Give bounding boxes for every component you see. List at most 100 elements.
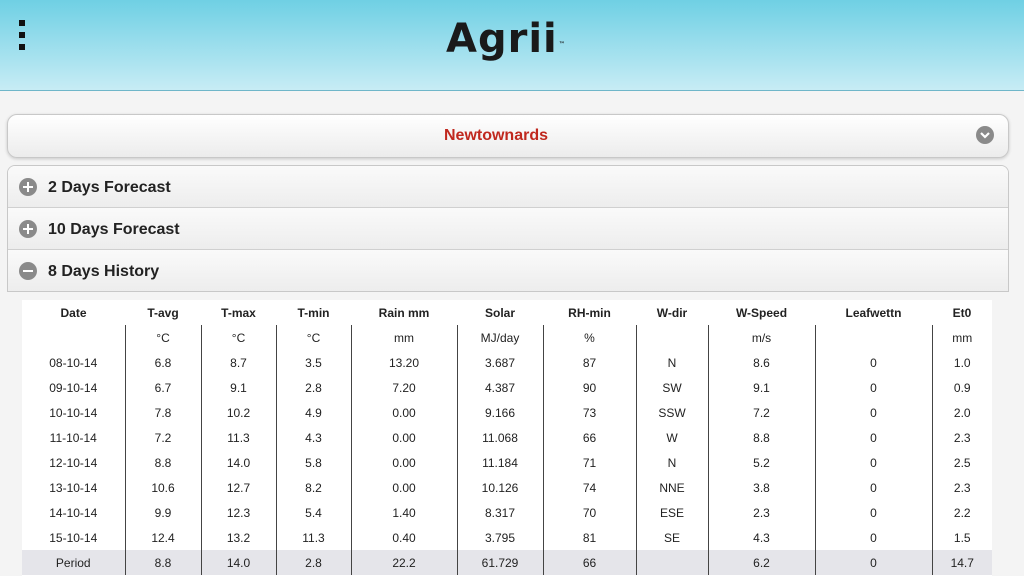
table-cell: 3.5 [275, 350, 351, 375]
accordion-10-days-forecast[interactable]: 10 Days Forecast [8, 208, 1008, 250]
table-cell: 9.1 [707, 375, 815, 400]
table-cell: 11-10-14 [49, 430, 97, 445]
table-cell: 5.2 [707, 450, 815, 475]
table-row: 14-10-14 9.9 12.3 5.4 1.40 8.317 70 ESE 2.3 0 2.2 [22, 500, 992, 525]
table-row: 10-10-14 7.8 10.2 4.9 0.00 9.166 73 SSW 7.2 0 2.0 [22, 400, 992, 425]
table-cell: 8.8 [124, 550, 201, 575]
table-cell: 14.7 [931, 550, 992, 575]
accordion-label: 2 Days Forecast [48, 179, 171, 196]
table-period-row: Period 8.8 14.0 2.8 22.2 61.729 66 6.2 0 14.7 [22, 550, 992, 575]
table-cell: 11.3 [275, 525, 351, 550]
table-cell: 66 [542, 550, 636, 575]
table-cell: 5.4 [275, 500, 351, 525]
table-cell: 6.7 [124, 375, 201, 400]
minus-circle-icon [19, 262, 37, 280]
table-cell [635, 325, 708, 350]
location-name: Newtownards [443, 127, 548, 144]
table-cell: 13.20 [350, 350, 457, 375]
table-cell: 0.40 [350, 525, 457, 550]
table-cell: 4.3 [707, 525, 815, 550]
table-cell: 87 [542, 350, 636, 375]
table-cell: 08-10-14 [49, 355, 98, 370]
table-cell [635, 550, 708, 575]
vertical-dots-icon[interactable] [16, 20, 28, 50]
table-cell: 8.7 [200, 350, 276, 375]
table-header-row: Date T-avg T-max T-min Rain mm Solar RH-min W-d… [22, 300, 992, 325]
table-cell: 6.2 [707, 550, 815, 575]
table-cell: N [635, 450, 708, 475]
table-cell: 8.8 [124, 450, 201, 475]
table-cell: 8.6 [707, 350, 815, 375]
table-cell: 9.1 [200, 375, 276, 400]
forecast-accordion: 2 Days Forecast 10 Days Forecast 8 Days … [7, 165, 1009, 292]
accordion-label: 8 Days History [48, 263, 160, 280]
table-row: 11-10-14 7.2 11.3 4.3 0.00 11.068 66 W 8.8 0 2.3 [22, 425, 992, 450]
column-header: RH-min [568, 305, 611, 320]
table-cell: 70 [542, 500, 636, 525]
table-cell: 13.2 [200, 525, 276, 550]
table-cell: 2.3 [931, 425, 992, 450]
table-cell: ESE [635, 500, 708, 525]
table-cell: 2.3 [931, 475, 992, 500]
table-cell: 12-10-14 [49, 455, 98, 470]
column-header: Leafwettn [845, 305, 902, 320]
table-cell: 3.8 [707, 475, 815, 500]
agrii-logo: Agrii™ [446, 16, 565, 62]
table-cell: 3.687 [456, 350, 543, 375]
table-cell: 0 [814, 500, 932, 525]
table-cell: 2.0 [931, 400, 992, 425]
table-cell: 10.126 [456, 475, 543, 500]
plus-circle-icon [19, 178, 37, 196]
table-cell: 0 [814, 425, 932, 450]
table-cell [814, 325, 932, 350]
table-cell: 13-10-14 [49, 480, 98, 495]
plus-circle-icon [19, 220, 37, 238]
accordion-2-days-forecast[interactable]: 2 Days Forecast [8, 166, 1008, 208]
table-cell: 10.6 [124, 475, 201, 500]
table-cell: 66 [542, 425, 636, 450]
table-cell: mm [931, 325, 992, 350]
table-cell: 14.0 [200, 450, 276, 475]
table-cell: 10-10-14 [49, 405, 98, 420]
table-cell: 09-10-14 [49, 380, 98, 395]
table-units-row: °C °C °C mm MJ/day% m/s mm [22, 325, 992, 350]
column-header: W-Speed [735, 305, 788, 320]
table-cell: 0 [814, 525, 932, 550]
accordion-label: 10 Days Forecast [48, 221, 180, 238]
table-cell: Period [22, 550, 125, 575]
table-cell: 2.2 [931, 500, 992, 525]
table-row: 15-10-14 12.4 13.2 11.3 0.40 3.795 81 SE 4.3 0 1.5 [22, 525, 992, 550]
location-select[interactable]: Newtownards [7, 114, 1009, 158]
table-cell: 0 [814, 375, 932, 400]
table-cell: 81 [542, 525, 636, 550]
table-cell: 0.00 [350, 425, 457, 450]
chevron-down-icon [976, 126, 994, 144]
table-cell: 2.3 [707, 500, 815, 525]
table-cell: 11.184 [456, 450, 543, 475]
table-cell: 0.00 [350, 475, 457, 500]
table-cell: 11.3 [200, 425, 276, 450]
table-cell: 0 [814, 400, 932, 425]
table-cell: 0.00 [350, 450, 457, 475]
table-row: 08-10-14 6.8 8.7 3.5 13.20 3.687 87 N 8.6 0 1.0 [22, 350, 992, 375]
table-cell: 61.729 [456, 550, 543, 575]
table-cell: 9.166 [456, 400, 543, 425]
table-cell: 73 [542, 400, 636, 425]
table-cell: 7.2 [707, 400, 815, 425]
table-cell: 12.3 [200, 500, 276, 525]
table-cell: 90 [542, 375, 636, 400]
table-cell: 1.40 [350, 500, 457, 525]
table-cell: 4.387 [456, 375, 543, 400]
table-cell: m/s [707, 325, 815, 350]
accordion-8-days-history[interactable]: 8 Days History [8, 250, 1008, 291]
table-cell: 3.795 [456, 525, 543, 550]
table-cell [22, 325, 125, 350]
table-cell: 0 [814, 550, 932, 575]
table-cell: 4.9 [275, 400, 351, 425]
column-header: T-max [221, 305, 256, 320]
table-cell: SE [635, 525, 708, 550]
table-cell: SW [635, 375, 708, 400]
table-cell: 0 [814, 350, 932, 375]
column-header: T-min [297, 305, 330, 320]
table-cell: N [635, 350, 708, 375]
